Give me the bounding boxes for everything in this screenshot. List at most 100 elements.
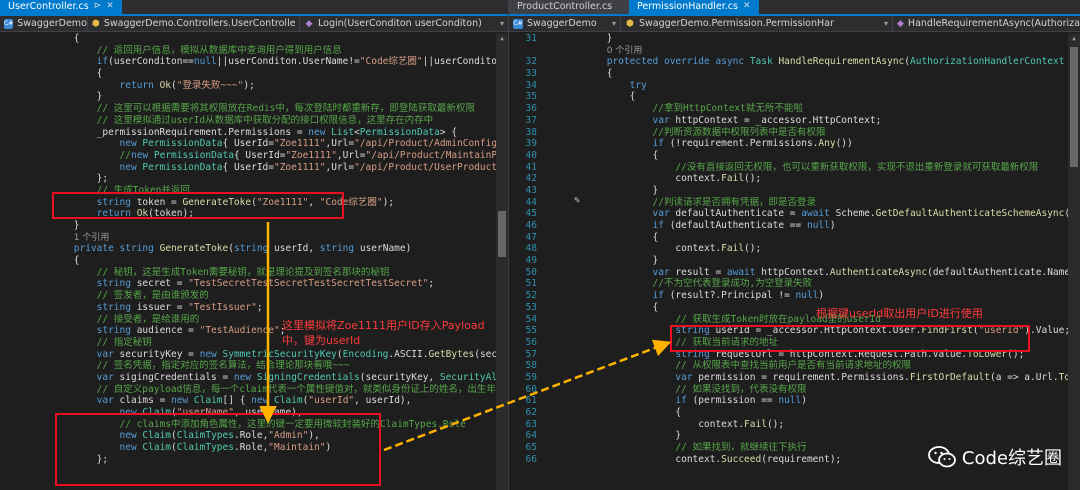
right-vertical-scrollbar[interactable]: ▲ (1068, 33, 1080, 490)
code-text: return Ok(token); (28, 208, 508, 220)
code-line[interactable]: new Claim(ClaimTypes.Role,"Admin"), (0, 430, 508, 442)
code-token: new (171, 395, 189, 407)
code-line[interactable]: 53 { (509, 302, 1080, 314)
code-line[interactable]: new PermissionData{ UserId="Zoe1111",Url… (0, 138, 508, 150)
code-line[interactable]: { (0, 33, 508, 45)
code-line[interactable]: 42 context.Fail(); (509, 173, 1080, 185)
code-line[interactable]: return Ok("登录失败~~~"); (0, 80, 508, 92)
code-line[interactable]: 55 string userId = _accessor.HttpContext… (509, 325, 1080, 337)
code-line[interactable]: 50 var result = await httpContext.Authen… (509, 267, 1080, 279)
code-line[interactable]: // 签发者，是由谁颁发的 (0, 290, 508, 302)
member-dropdown[interactable]: ◆ Login(UserConditon userConditon) ▾ (300, 16, 508, 31)
code-line[interactable]: 48 context.Fail(); (509, 243, 1080, 255)
code-line[interactable]: 57 string requestUrl = httpContext.Reque… (509, 349, 1080, 361)
code-line[interactable]: var securityKey = new SymmetricSecurityK… (0, 349, 508, 361)
right-scroll-thumb[interactable] (1070, 47, 1078, 167)
code-line[interactable]: 63 context.Fail(); (509, 419, 1080, 431)
code-line[interactable]: 58 // 从权限表中查找当前用户是否有当前请求地址的权限 (509, 360, 1080, 372)
code-line[interactable]: 35 { (509, 91, 1080, 103)
code-line[interactable]: // claims中添加角色属性，这里的键一定要用微软封装好的ClaimType… (0, 419, 508, 431)
code-line[interactable]: 46 if (defaultAuthenticate == null) (509, 220, 1080, 232)
code-line[interactable]: string issuer = "TestIssuer"; (0, 302, 508, 314)
code-line[interactable]: 39 if (!requirement.Permissions.Any()) (509, 138, 1080, 150)
code-line[interactable]: // 这里模拟通过userId从数据库中获取分配的接口权限信息，这里存在内存中 (0, 115, 508, 127)
code-line[interactable]: 38 //判断资源数据中权限列表中是否有权限 (509, 127, 1080, 139)
left-vertical-scrollbar[interactable]: ▲ (496, 33, 508, 490)
line-number: 43 (525, 184, 537, 196)
code-line[interactable]: 62 { (509, 407, 1080, 419)
code-line[interactable]: 44 //判读请求是否拥有凭据，即是否登录 (509, 197, 1080, 209)
code-line[interactable]: // 秘钥，这是生成Token需要秘钥，就是理论提及到签名那块的秘钥 (0, 267, 508, 279)
code-line[interactable]: 43 } (509, 185, 1080, 197)
code-line[interactable]: string secret = "TestSecretTestSecretTes… (0, 278, 508, 290)
code-line[interactable]: 45 var defaultAuthenticate = await Schem… (509, 208, 1080, 220)
code-line[interactable]: //new PermissionData{ UserId="Zoe1111",U… (0, 150, 508, 162)
code-line[interactable]: _permissionRequirement.Permissions = new… (0, 127, 508, 139)
class-dropdown[interactable]: ⬢ SwaggerDemo.Controllers.UserControlle … (88, 16, 300, 31)
code-line[interactable]: { (0, 68, 508, 80)
code-token: // 指定秘钥 (96, 336, 152, 348)
code-line[interactable]: 41 //没有直接返回无权限，也可以重新获取权限，实现不退出重新登录就可获取最新… (509, 162, 1080, 174)
code-line[interactable]: 0 个引用 (509, 45, 1080, 57)
code-line[interactable]: // 返回用户信息，模拟从数据库中查询用户得到用户信息 (0, 45, 508, 57)
code-token: new (119, 430, 137, 442)
code-line[interactable]: } (0, 220, 508, 232)
code-line[interactable]: 52 if (result?.Principal != null) (509, 290, 1080, 302)
project-dropdown[interactable]: C# SwaggerDemo ▾ (0, 16, 88, 31)
code-line[interactable]: 32 protected override async Task HandleR… (509, 56, 1080, 68)
code-line[interactable]: if(userConditon==null||userConditon.User… (0, 56, 508, 68)
tab-permission-handler[interactable]: PermissionHandler.cs ✕ (629, 0, 759, 14)
code-line[interactable]: new PermissionData{ UserId="Zoe1111",Url… (0, 162, 508, 174)
code-line[interactable]: 37 var httpContext = _accessor.HttpConte… (509, 115, 1080, 127)
code-line[interactable]: // 签名凭据，指定对应的签名算法，结合理论那块看哦~~~ (0, 360, 508, 372)
left-code-editor[interactable]: { // 返回用户信息，模拟从数据库中查询用户得到用户信息 if(userCon… (0, 33, 508, 490)
code-line[interactable]: 60 // 如果没找到，代表没有权限 (509, 384, 1080, 396)
code-line[interactable]: private string GenerateToke(string userI… (0, 243, 508, 255)
code-line[interactable]: new Claim("userName", userName), (0, 407, 508, 419)
reference-count-lens[interactable]: 0 个引用 (607, 46, 643, 56)
code-line[interactable]: 49 } (509, 255, 1080, 267)
code-line[interactable]: return Ok(token); (0, 208, 508, 220)
close-icon[interactable]: ✕ (743, 1, 751, 11)
code-line[interactable]: 56 // 获取当前请求的地址 (509, 337, 1080, 349)
tab-user-controller[interactable]: UserController.cs ⊳ ✕ (0, 0, 122, 14)
code-line[interactable]: var claims = new Claim[] { new Claim("us… (0, 395, 508, 407)
code-line[interactable]: 34 try (509, 80, 1080, 92)
right-code-editor[interactable]: 31 } 0 个引用 32 protected override async Ta… (509, 33, 1080, 490)
tab-pin-icon[interactable]: ⊳ (94, 1, 102, 11)
tab-product-controller[interactable]: ProductController.cs (509, 0, 629, 14)
code-token: PermissionData (142, 138, 223, 150)
code-line[interactable]: // 这里可以根据需要将其权限放在Redis中，每次登陆时都重新存，即登陆获取最… (0, 103, 508, 115)
code-line[interactable]: 36 //拿到HttpContext就无所不能啦 (509, 103, 1080, 115)
code-line[interactable]: 1 个引用 (0, 232, 508, 244)
code-line[interactable]: } (0, 91, 508, 103)
reference-count-lens[interactable]: 1 个引用 (74, 233, 110, 243)
code-line[interactable]: new Claim(ClaimTypes.Role,"Maintain") (0, 442, 508, 454)
code-line[interactable]: var sigingCredentials = new SigningCrede… (0, 372, 508, 384)
code-line[interactable]: string token = GenerateToke("Zoe1111", "… (0, 197, 508, 209)
code-line[interactable]: 59 var permission = requirement.Permissi… (509, 372, 1080, 384)
code-line[interactable]: { (0, 255, 508, 267)
scroll-up-arrow-icon[interactable]: ▲ (498, 35, 506, 43)
line-number (0, 278, 10, 290)
code-token: "userId" (308, 395, 355, 407)
project-dropdown[interactable]: C# SwaggerDemo ▾ (509, 16, 621, 31)
class-dropdown[interactable]: ⬢ SwaggerDemo.Permission.PermissionHar ▾ (621, 16, 893, 31)
scroll-up-arrow-icon[interactable]: ▲ (1070, 35, 1078, 43)
code-line[interactable]: 64 } (509, 430, 1080, 442)
code-line[interactable]: // 自定义payload信息，每一个claim代表一个属性键值对，就类似身份证… (0, 384, 508, 396)
code-line[interactable]: 40 { (509, 150, 1080, 162)
code-token: { (606, 68, 613, 80)
member-dropdown[interactable]: ◆ HandleRequirementAsync(AuthorizationHa… (893, 16, 1080, 31)
code-line[interactable]: 47 { (509, 232, 1080, 244)
code-line[interactable]: }; (0, 454, 508, 466)
code-line[interactable]: }; (0, 173, 508, 185)
code-line[interactable]: 33 { (509, 68, 1080, 80)
code-line[interactable]: 61 if (permission == null) (509, 395, 1080, 407)
left-scroll-thumb[interactable] (498, 211, 506, 257)
code-line[interactable]: 31 } (509, 33, 1080, 45)
close-icon[interactable]: ✕ (106, 1, 114, 11)
code-line[interactable]: // 生成Token并返回 (0, 185, 508, 197)
code-line[interactable]: 51 //不为空代表登录成功,为空登录失败 (509, 278, 1080, 290)
code-line[interactable]: 54 // 获取生成Token时放在payload里的userId (509, 314, 1080, 326)
